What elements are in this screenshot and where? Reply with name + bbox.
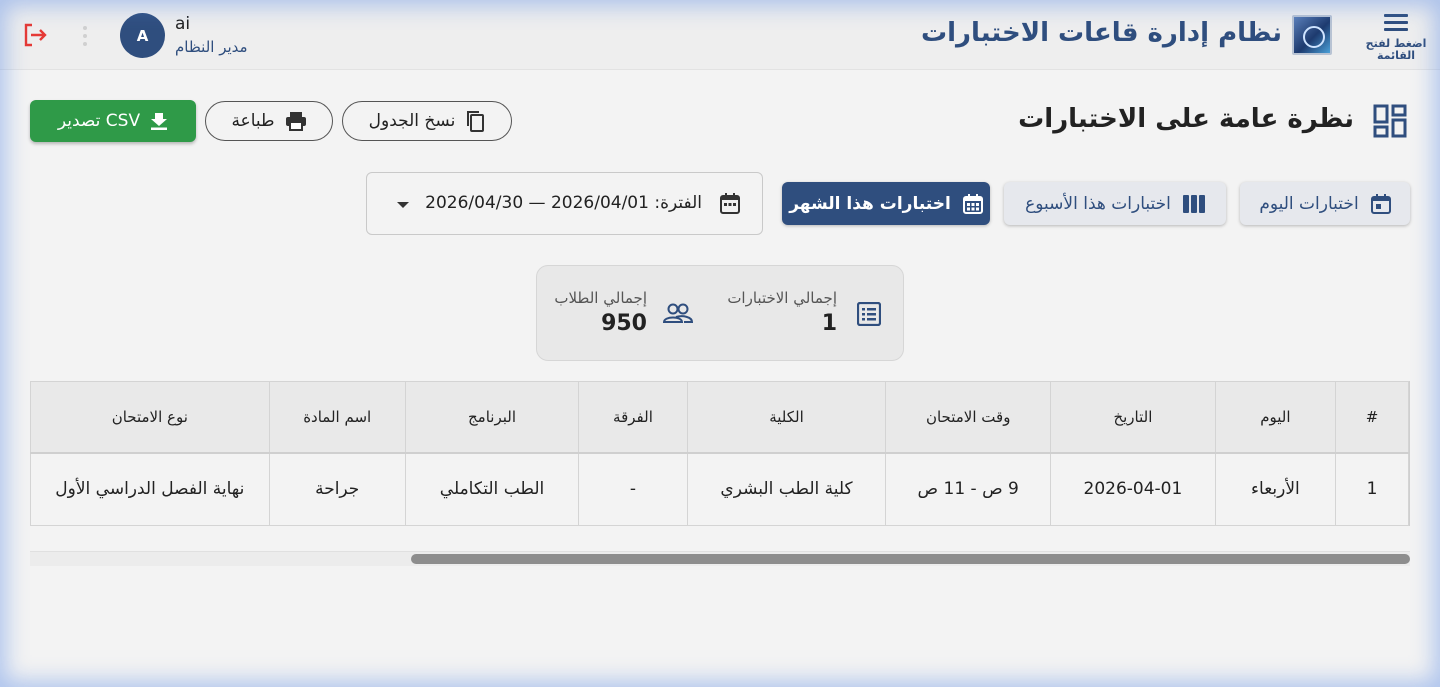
calendar-icon	[1370, 193, 1391, 214]
people-icon	[663, 303, 693, 323]
export-csv-button[interactable]: تصدير CSV	[30, 100, 196, 142]
copy-table-label: نسخ الجدول	[368, 111, 456, 131]
menu-icon	[1384, 14, 1408, 32]
menu-toggle-button[interactable]: اضغط لفتح القائمة	[1364, 10, 1428, 64]
table-cell: جراحة	[268, 452, 406, 526]
app-logo	[1292, 15, 1332, 55]
page-title: نظرة عامة على الاختبارات	[1018, 104, 1354, 134]
total-students-label: إجمالي الطلاب	[554, 289, 647, 307]
app-title: نظام إدارة قاعات الاختبارات	[921, 18, 1282, 48]
copy-table-button[interactable]: نسخ الجدول	[342, 101, 512, 141]
table-header-cell[interactable]: اليوم	[1214, 381, 1337, 454]
copy-icon	[467, 111, 485, 132]
calendar-icon	[720, 193, 740, 214]
period-date-range-picker[interactable]: الفترة: 2026/04/01 — 2026/04/30	[366, 172, 763, 235]
filter-week-button[interactable]: اختبارات هذا الأسبوع	[1004, 182, 1226, 225]
table-header-cell[interactable]: الفرقة	[578, 381, 688, 454]
table-header-cell[interactable]: #	[1335, 381, 1409, 454]
calendar-month-icon	[962, 193, 983, 214]
menu-toggle-label: اضغط لفتح القائمة	[1365, 37, 1427, 62]
exams-table-container[interactable]: # اليوم التاريخ وقت الامتحان الكلية الفر…	[30, 381, 1410, 526]
table-cell: -	[578, 452, 688, 526]
filter-month-label: اختبارات هذا الشهر	[789, 193, 951, 214]
table-header-cell[interactable]: اسم المادة	[268, 381, 406, 454]
table-cell: الطب التكاملي	[404, 452, 580, 526]
download-icon	[151, 113, 168, 130]
table-cell: الأربعاء	[1214, 452, 1337, 526]
table-cell: 9 ص - 11 ص	[885, 452, 1052, 526]
list-icon	[857, 302, 881, 326]
print-button[interactable]: طباعة	[205, 101, 333, 141]
horizontal-scrollbar-thumb[interactable]	[411, 554, 1410, 564]
avatar[interactable]: A	[120, 13, 165, 58]
table-cell: 1	[1335, 452, 1409, 526]
total-exams-value: 1	[821, 311, 837, 336]
period-text: الفترة: 2026/04/01 — 2026/04/30	[425, 193, 702, 213]
user-name: ai	[175, 14, 191, 34]
top-header: اضغط لفتح القائمة نظام إدارة قاعات الاخت…	[0, 0, 1440, 70]
table-cell: كلية الطب البشري	[686, 452, 887, 526]
filter-today-button[interactable]: اختبارات اليوم	[1240, 182, 1410, 225]
table-cell: 2026-04-01	[1050, 452, 1216, 526]
table-header-cell[interactable]: البرنامج	[404, 381, 580, 454]
table-row[interactable]: 1 الأربعاء 2026-04-01 9 ص - 11 ص كلية ال…	[30, 452, 1409, 526]
total-students-value: 950	[601, 311, 647, 336]
total-exams-label: إجمالي الاختبارات	[727, 289, 837, 307]
table-cell: نهاية الفصل الدراسي الأول	[30, 452, 270, 526]
print-label: طباعة	[231, 111, 275, 131]
print-icon	[285, 112, 306, 131]
logout-icon[interactable]	[22, 22, 48, 48]
filter-week-label: اختبارات هذا الأسبوع	[1025, 193, 1171, 214]
table-header-cell[interactable]: وقت الامتحان	[885, 381, 1052, 454]
kebab-icon[interactable]	[80, 24, 90, 48]
table-header-row: # اليوم التاريخ وقت الامتحان الكلية الفر…	[30, 381, 1409, 454]
caret-down-icon[interactable]	[397, 202, 409, 208]
table-header-cell[interactable]: نوع الامتحان	[30, 381, 270, 454]
week-icon	[1182, 194, 1205, 213]
stats-card: إجمالي الاختبارات 1 إجمالي الطلاب 950	[536, 265, 904, 361]
table-header-cell[interactable]: التاريخ	[1050, 381, 1216, 454]
table-header-cell[interactable]: الكلية	[686, 381, 887, 454]
exams-table: # اليوم التاريخ وقت الامتحان الكلية الفر…	[30, 381, 1409, 526]
filter-month-button[interactable]: اختبارات هذا الشهر	[782, 182, 990, 225]
user-role: مدير النظام	[175, 38, 248, 56]
filter-today-label: اختبارات اليوم	[1259, 193, 1359, 214]
dashboard-icon	[1372, 103, 1408, 139]
export-csv-label: تصدير CSV	[57, 111, 141, 131]
